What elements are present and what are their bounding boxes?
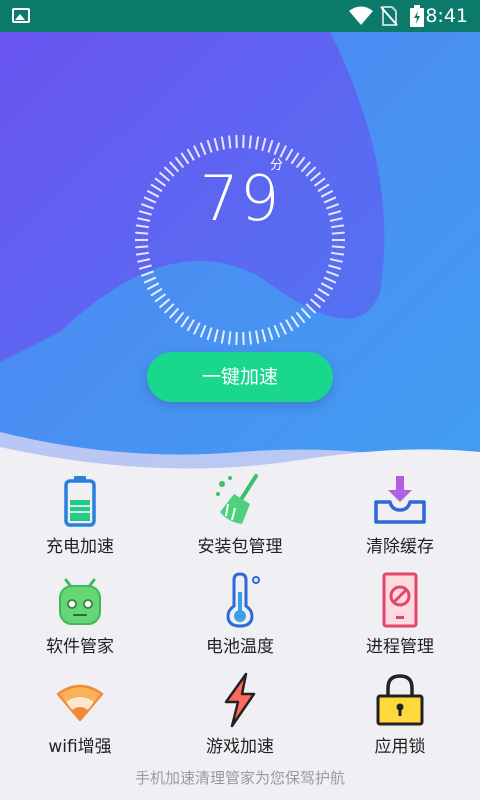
dial-tick <box>273 142 281 156</box>
feature-game-boost[interactable]: 游戏加速 <box>160 664 320 764</box>
feature-label: 充电加速 <box>46 537 114 557</box>
dial-tick <box>135 245 149 249</box>
dial-tick <box>320 282 334 291</box>
feature-software-manager[interactable]: 软件管家 <box>0 564 160 664</box>
status-time: 8:41 <box>425 5 468 27</box>
dial-tick <box>174 311 185 324</box>
dial-tick <box>331 245 345 249</box>
dial-tick <box>146 282 160 291</box>
feature-label: 安装包管理 <box>197 537 283 557</box>
feature-wifi-boost[interactable]: wifi增强 <box>0 664 160 764</box>
dial-tick <box>193 322 201 335</box>
dial-tick <box>213 137 219 151</box>
feature-clear-cache[interactable]: 清除缓存 <box>320 464 480 564</box>
dial-tick <box>290 315 300 328</box>
dial-tick <box>279 322 287 335</box>
status-bar: 8:41 <box>0 0 480 32</box>
dial-tick <box>267 327 274 341</box>
dial-tick <box>273 324 281 338</box>
dial-tick <box>137 258 151 263</box>
dial-tick <box>285 148 294 161</box>
dial-tick <box>135 251 150 256</box>
feature-app-lock[interactable]: 应用锁 <box>320 664 480 764</box>
wifi-signal-icon <box>56 684 104 722</box>
dial-tick <box>138 264 152 270</box>
android-robot-icon <box>59 578 101 625</box>
dial-tick <box>150 287 163 297</box>
dial-tick <box>317 287 330 297</box>
footer-slogan: 手机加速清理管家为您保驾护航 <box>134 769 345 787</box>
feature-apk-manager[interactable]: 安装包管理 <box>160 464 320 564</box>
dial-tick <box>313 293 326 303</box>
dial-tick <box>261 329 267 343</box>
dial-tick <box>305 303 317 314</box>
dial-tick <box>285 319 294 332</box>
gallery-notification-icon <box>12 8 30 23</box>
dial-tick <box>199 142 207 156</box>
dial-tick <box>186 148 195 161</box>
dial-tick <box>199 324 207 338</box>
score-unit: 分 <box>270 158 284 173</box>
dial-tick <box>186 319 195 332</box>
dial-tick <box>143 276 157 284</box>
dial-tick <box>330 251 345 256</box>
feature-label: 应用锁 <box>374 737 426 757</box>
feature-label: wifi增强 <box>48 737 112 757</box>
feature-label: 软件管家 <box>46 637 114 657</box>
dial-tick <box>163 303 175 314</box>
inbox-download-icon <box>374 476 426 524</box>
dial-tick <box>154 293 167 303</box>
battery-charging-icon <box>410 5 424 27</box>
dial-tick <box>140 270 154 277</box>
lock-icon <box>376 674 424 726</box>
feature-label: 进程管理 <box>366 637 434 657</box>
dial-tick <box>228 331 232 345</box>
dial-tick <box>248 331 252 345</box>
dial-tick <box>329 258 343 263</box>
dial-tick <box>168 307 180 319</box>
thermometer-icon <box>226 572 260 628</box>
dial-tick <box>267 139 274 153</box>
dial-tick <box>228 135 232 149</box>
dial-tick <box>206 139 213 153</box>
dial-tick <box>254 136 260 150</box>
dial-tick <box>213 329 219 343</box>
dial-tick <box>328 264 342 270</box>
dial-tick <box>300 307 312 319</box>
feature-process-manager[interactable]: 进程管理 <box>320 564 480 664</box>
dial-tick <box>309 298 322 309</box>
dial-tick <box>220 136 226 150</box>
one-key-boost-button[interactable]: 一键加速 <box>147 352 333 402</box>
feature-label: 清除缓存 <box>366 537 434 557</box>
dial-tick <box>326 270 340 277</box>
dial-tick <box>295 311 306 324</box>
score-value: 79 <box>199 162 281 235</box>
dial-tick <box>206 327 213 341</box>
lightning-icon <box>224 672 256 728</box>
dial-tick <box>254 330 260 344</box>
dial-tick <box>220 330 226 344</box>
feature-battery-temperature[interactable]: 电池温度 <box>160 564 320 664</box>
wifi-status-icon <box>349 6 373 25</box>
feature-label: 游戏加速 <box>206 737 274 757</box>
phone-block-icon <box>382 572 418 628</box>
dial-tick <box>248 135 252 149</box>
hero-panel <box>0 32 480 502</box>
broom-icon <box>216 474 258 524</box>
dial-tick <box>323 276 337 284</box>
feature-label: 电池温度 <box>206 637 274 657</box>
dial-tick <box>193 145 201 158</box>
dial-tick <box>158 298 171 309</box>
no-sim-icon <box>380 6 398 26</box>
feature-charge-boost[interactable]: 充电加速 <box>0 464 160 564</box>
battery-icon <box>64 476 96 527</box>
dial-tick <box>180 315 190 328</box>
dial-tick <box>261 137 267 151</box>
